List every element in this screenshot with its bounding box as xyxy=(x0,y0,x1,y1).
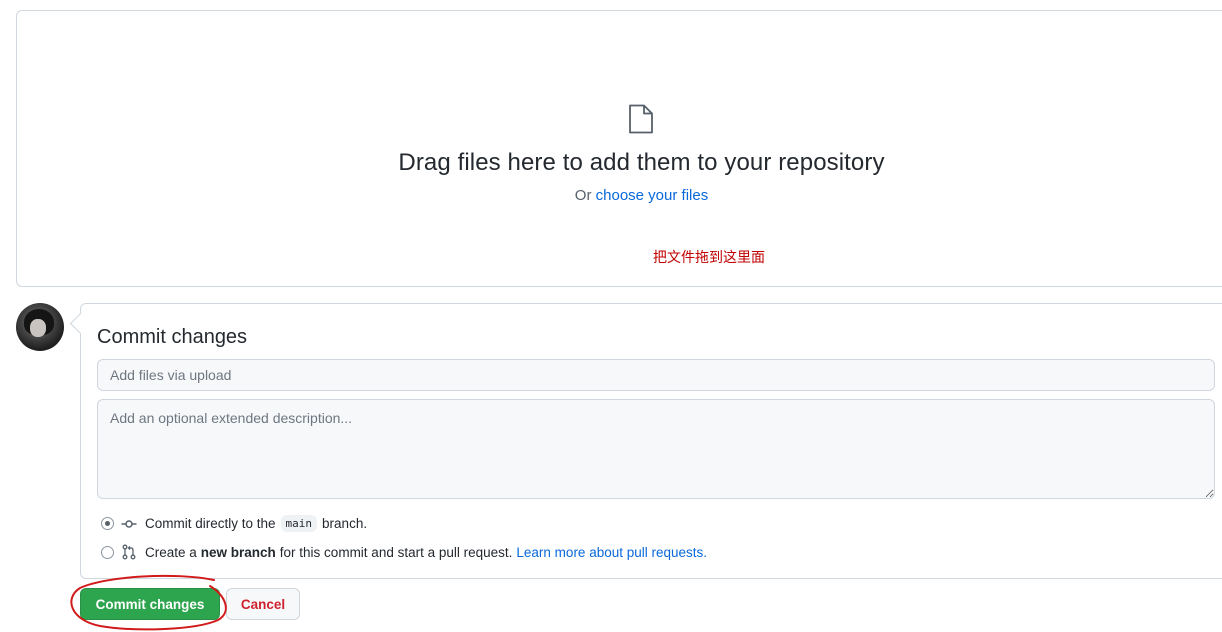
git-pull-request-icon xyxy=(122,544,136,560)
dropzone-subtitle: Or choose your files xyxy=(17,187,1222,204)
option-commit-direct[interactable]: Commit directly to the main branch. xyxy=(101,515,367,532)
commit-direct-text-after: branch. xyxy=(322,516,368,531)
avatar xyxy=(16,303,64,351)
commit-summary-input[interactable] xyxy=(97,359,1215,391)
dropzone-or-text: Or xyxy=(574,187,592,204)
annotation-text: 把文件拖到这里面 xyxy=(653,250,765,266)
choose-files-link[interactable]: choose your files xyxy=(596,187,709,204)
new-branch-text-after: for this commit and start a pull request… xyxy=(279,544,513,560)
file-dropzone[interactable]: Drag files here to add them to your repo… xyxy=(16,10,1222,287)
option-new-branch[interactable]: Create a new branch for this commit and … xyxy=(101,544,707,560)
file-icon xyxy=(629,104,653,134)
new-branch-text-before: Create a xyxy=(145,544,197,560)
commit-form: Commit changes Commit directly to the ma… xyxy=(80,303,1222,579)
git-commit-icon xyxy=(121,519,137,528)
commit-direct-text: Commit directly to the xyxy=(145,516,276,531)
commit-description-textarea[interactable] xyxy=(97,399,1215,499)
commit-heading: Commit changes xyxy=(97,326,248,348)
learn-more-pull-requests-link[interactable]: Learn more about pull requests. xyxy=(516,545,707,560)
dropzone-title: Drag files here to add them to your repo… xyxy=(398,149,885,176)
branch-name-badge: main xyxy=(280,515,318,532)
commit-changes-button[interactable]: Commit changes xyxy=(80,588,220,620)
cancel-button[interactable]: Cancel xyxy=(226,588,300,620)
radio-commit-direct[interactable] xyxy=(101,517,114,530)
new-branch-bold: new branch xyxy=(200,544,276,560)
radio-new-branch[interactable] xyxy=(101,545,114,559)
